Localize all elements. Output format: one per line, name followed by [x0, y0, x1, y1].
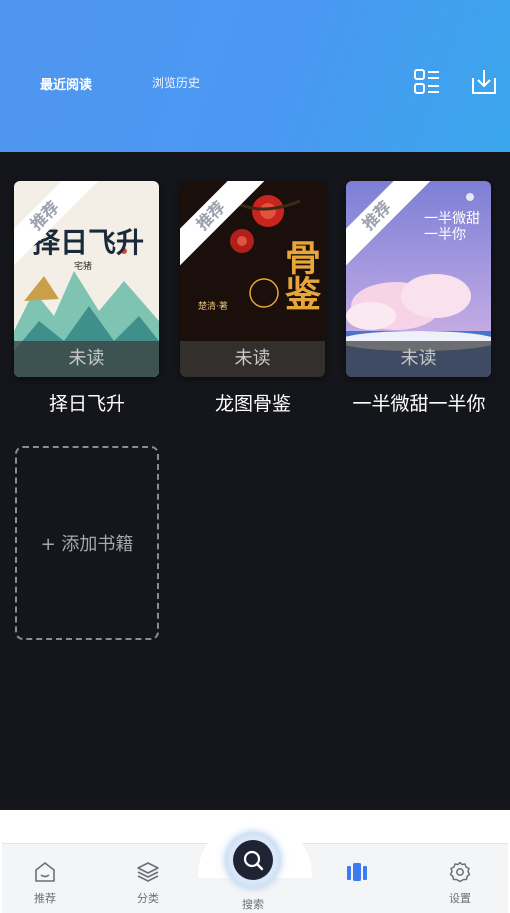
nav-label: 设置	[449, 892, 471, 905]
nav-label: 搜索	[242, 898, 264, 911]
unread-status: 未读	[14, 341, 159, 377]
nav-category[interactable]: 分类	[118, 860, 178, 906]
nav-label: 推荐	[34, 892, 56, 905]
book-cover[interactable]: 择日飞升 宅猪 推荐 未读	[14, 181, 159, 377]
unread-status: 未读	[346, 341, 491, 377]
layers-icon	[137, 862, 159, 882]
book-title[interactable]: 一半微甜一半你	[334, 389, 504, 416]
cover-title: 骨鉴	[279, 239, 321, 311]
nav-settings[interactable]: 设置	[430, 860, 490, 906]
home-icon	[35, 862, 55, 882]
nav-bookshelf[interactable]	[327, 860, 387, 890]
book-card[interactable]: 骨鉴 楚清·著 推荐 未读 龙图骨鉴	[180, 181, 325, 416]
book-card[interactable]: 一半微甜一半你 推荐 未读 一半微甜一半你	[346, 181, 491, 416]
tab-browse-history[interactable]: 浏览历史	[152, 74, 200, 91]
book-title[interactable]: 龙图骨鉴	[168, 389, 338, 416]
search-button[interactable]	[225, 832, 281, 888]
nav-label: 分类	[137, 892, 159, 905]
add-book-button[interactable]: + 添加书籍	[15, 446, 159, 640]
book-title[interactable]: 择日飞升	[2, 389, 172, 416]
recommend-badge: 推荐	[14, 181, 101, 272]
book-cover[interactable]: 骨鉴 楚清·著 推荐 未读	[180, 181, 325, 377]
search-icon	[243, 850, 264, 871]
recommend-badge: 推荐	[346, 181, 433, 272]
unread-status: 未读	[180, 341, 325, 377]
recommend-badge: 推荐	[180, 181, 267, 272]
bookshelf-icon	[347, 863, 367, 881]
cover-author: 楚清·著	[198, 302, 228, 312]
gear-icon	[449, 861, 471, 883]
book-card[interactable]: 择日飞升 宅猪 推荐 未读 择日飞升	[14, 181, 159, 416]
download-icon[interactable]	[470, 68, 498, 96]
list-grid-icon[interactable]	[413, 68, 441, 96]
nav-recommend[interactable]: 推荐	[15, 860, 75, 906]
header: 最近阅读 浏览历史	[0, 0, 510, 152]
tab-recent-reading[interactable]: 最近阅读	[40, 74, 92, 93]
book-cover[interactable]: 一半微甜一半你 推荐 未读	[346, 181, 491, 377]
